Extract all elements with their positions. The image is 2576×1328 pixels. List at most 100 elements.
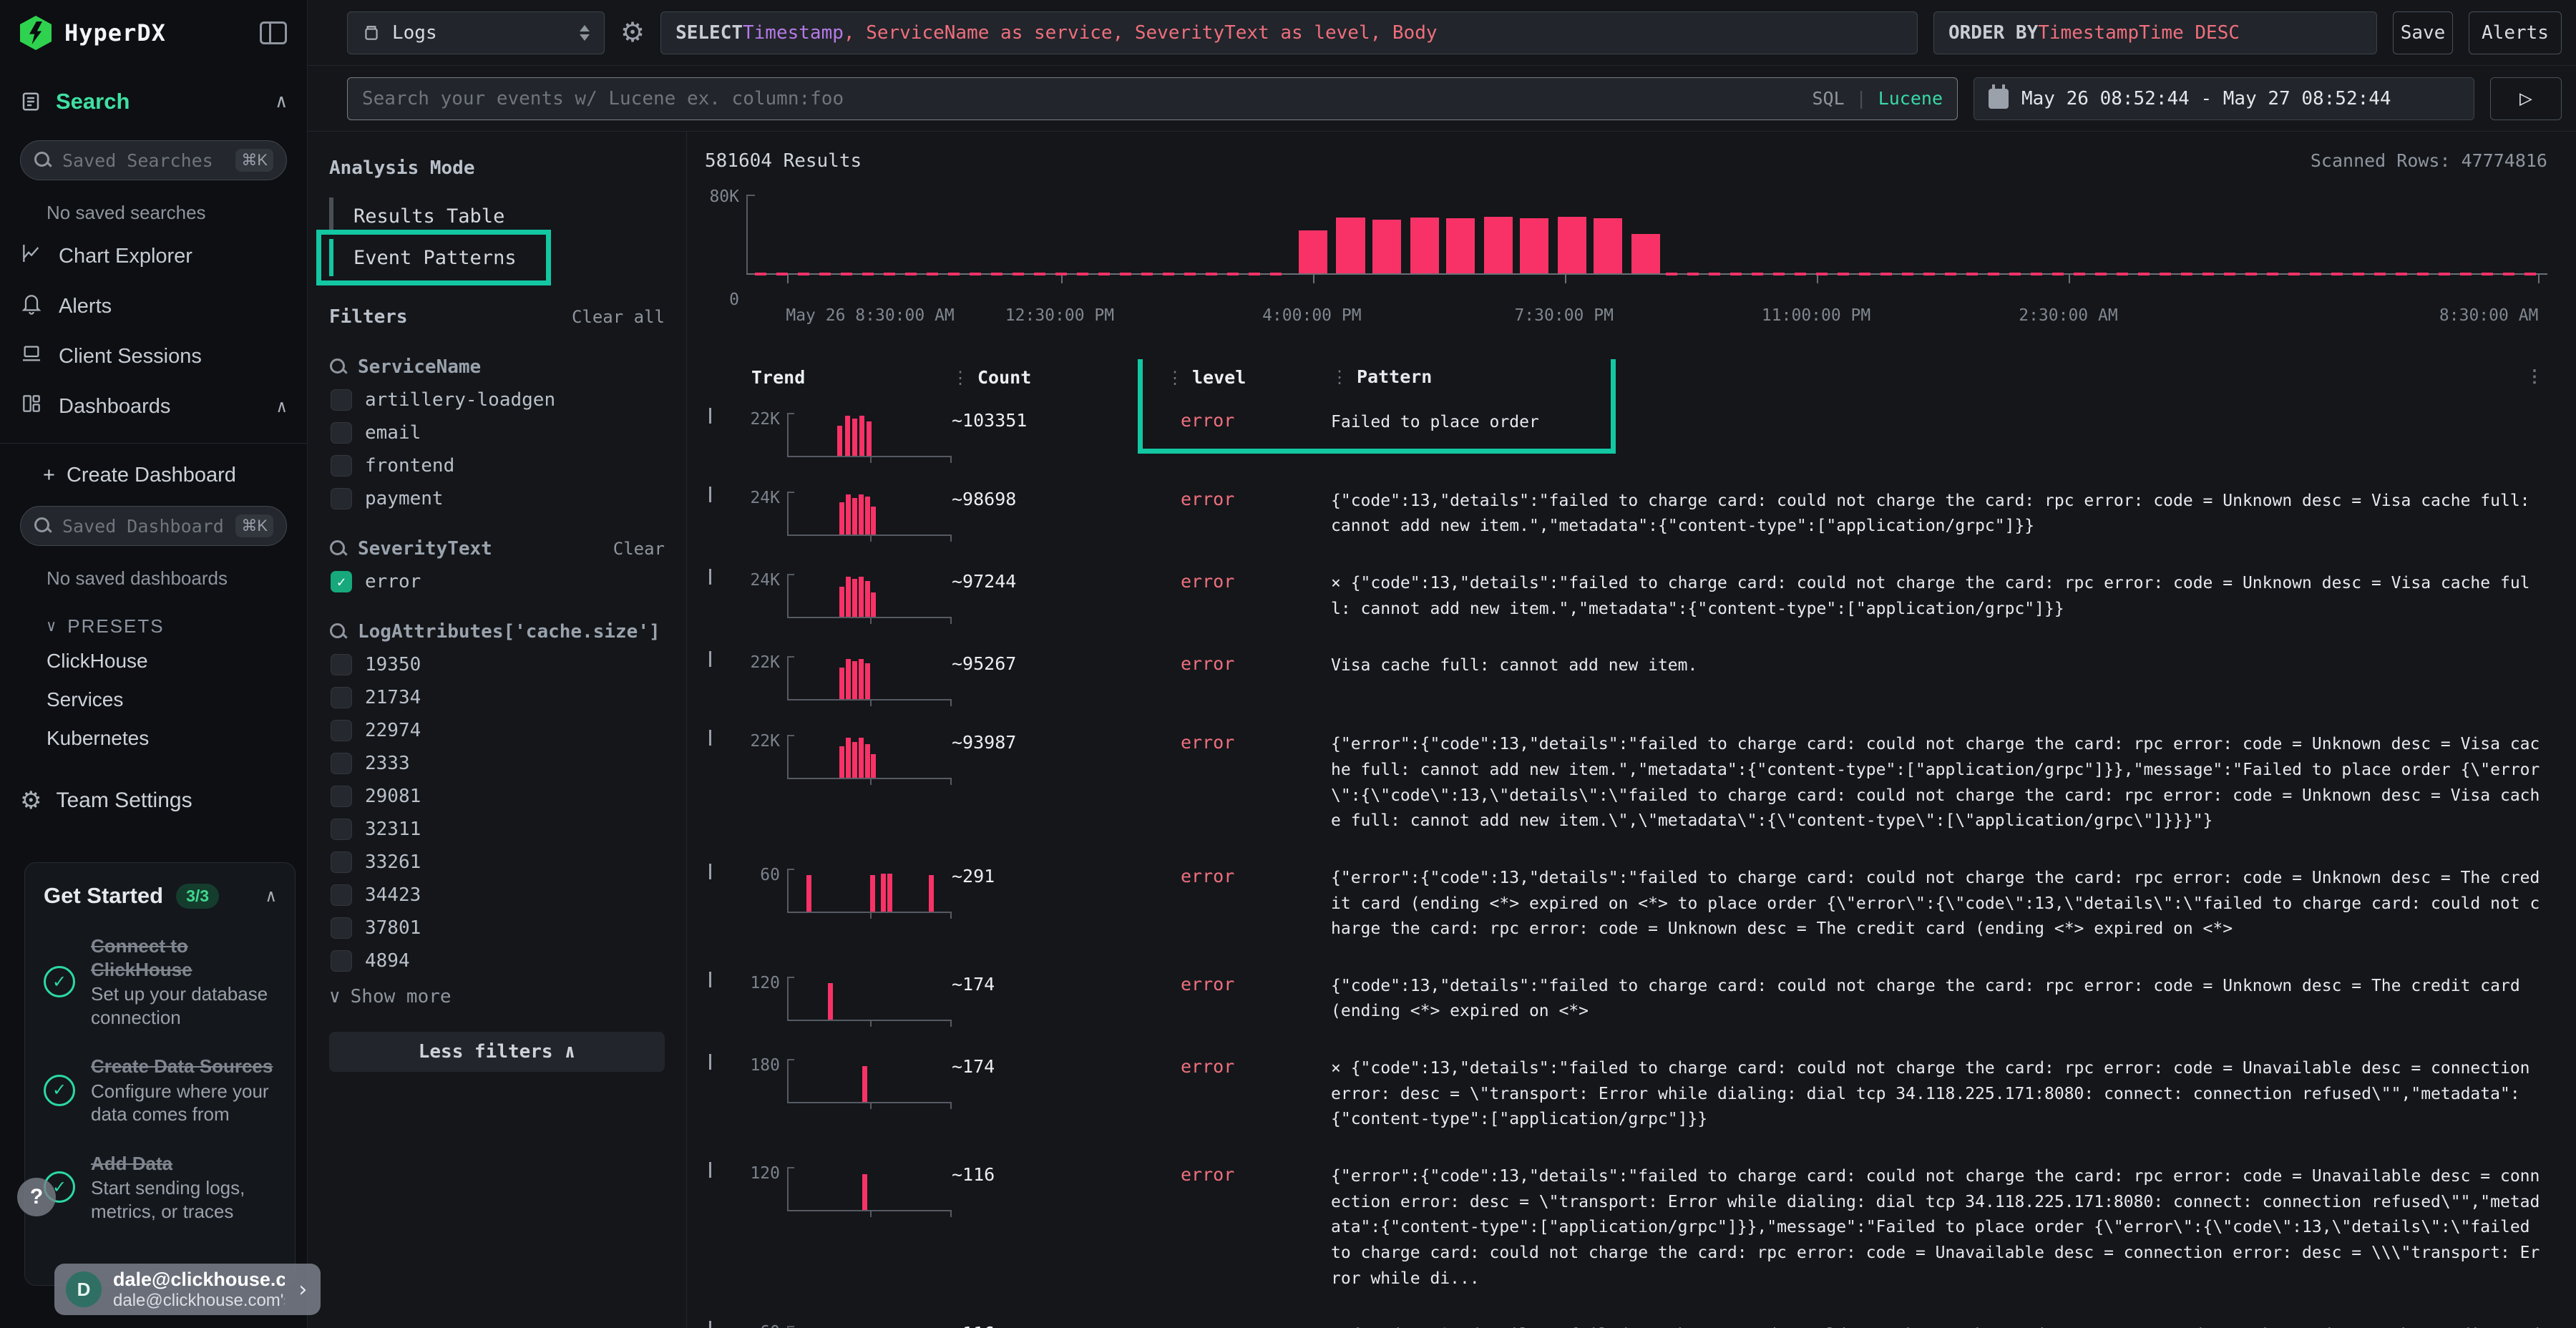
pattern-cell[interactable]: {"error":{"code":13,"details":"failed to… [1331, 866, 2547, 942]
histogram-bar[interactable] [1410, 218, 1439, 273]
sidebar-item-team-settings[interactable]: ⚙ Team Settings [0, 758, 307, 822]
histogram-plot[interactable] [746, 195, 2547, 275]
pattern-cell[interactable]: × {"code":13,"details":"failed to charge… [1331, 571, 2547, 622]
checkbox[interactable] [331, 389, 352, 411]
histogram-bar[interactable] [1631, 234, 1660, 273]
results-histogram[interactable]: 80K 0 [705, 193, 2547, 301]
user-menu[interactable]: D dale@clickhouse.com dale@clickhouse.co… [54, 1264, 321, 1315]
lucene-toggle[interactable]: Lucene [1878, 88, 1943, 109]
saved-dashboards-input[interactable]: Saved Dashboards ⌘K [20, 506, 287, 546]
event-search-input[interactable]: Search your events w/ Lucene ex. column:… [347, 77, 1958, 120]
filter-option[interactable]: frontend [329, 455, 665, 477]
histogram-bar[interactable] [1446, 218, 1475, 273]
checkbox[interactable] [331, 720, 352, 741]
filter-option[interactable]: 34423 [329, 884, 665, 906]
table-row[interactable]: 120~116error{"error":{"code":13,"details… [705, 1150, 2547, 1309]
checkbox[interactable] [331, 819, 352, 840]
sidebar-item-chart-explorer[interactable]: Chart Explorer [0, 231, 307, 281]
gear-icon[interactable]: ⚙ [620, 16, 645, 49]
get-started-header[interactable]: Get Started 3/3 ∧ [44, 883, 276, 909]
pattern-cell[interactable]: Failed to place order [1331, 410, 2547, 436]
sidebar-item-alerts[interactable]: Alerts [0, 281, 307, 331]
table-row[interactable]: 24K~97244error× {"code":13,"details":"fa… [705, 557, 2547, 639]
sidebar-item-client-sessions[interactable]: Client Sessions [0, 331, 307, 381]
chevron-right-icon[interactable] [709, 972, 711, 987]
filter-option[interactable]: 21734 [329, 687, 665, 708]
checkbox[interactable] [331, 851, 352, 873]
checkbox[interactable] [331, 884, 352, 906]
filter-option[interactable]: 33261 [329, 851, 665, 873]
checkbox[interactable] [331, 455, 352, 477]
drag-handle-icon[interactable]: ⋮ [952, 368, 969, 388]
filter-option[interactable]: 32311 [329, 819, 665, 840]
pattern-cell[interactable]: Visa cache full: cannot add new item. [1331, 653, 2547, 679]
checkbox[interactable]: ✓ [331, 571, 352, 592]
table-row[interactable]: 24K~98698error{"code":13,"details":"fail… [705, 474, 2547, 557]
filter-option[interactable]: artillery-loadgen [329, 389, 665, 411]
table-row[interactable]: 60~291error{"error":{"code":13,"details"… [705, 851, 2547, 960]
table-row[interactable]: 22K~95267errorVisa cache full: cannot ad… [705, 639, 2547, 718]
date-range-picker[interactable]: May 26 08:52:44 - May 27 08:52:44 [1974, 77, 2474, 120]
checkbox[interactable] [331, 786, 352, 807]
table-row[interactable]: 22K~93987error{"error":{"code":13,"detai… [705, 718, 2547, 851]
select-query-input[interactable]: SELECT Timestamp, ServiceName as service… [660, 11, 1918, 54]
chevron-right-icon[interactable] [709, 730, 711, 746]
analysis-mode-event-patterns[interactable]: Event Patterns [329, 239, 565, 276]
pattern-cell[interactable]: {"error":{"code":13,"details":"failed to… [1331, 732, 2547, 834]
filter-option[interactable]: 29081 [329, 786, 665, 807]
preset-item-kubernetes[interactable]: Kubernetes [0, 719, 307, 758]
drag-handle-icon[interactable]: ⋮ [1331, 367, 1348, 387]
histogram-bar[interactable] [1299, 230, 1327, 274]
filter-option[interactable]: 4894 [329, 950, 665, 972]
filter-option[interactable]: ✓error [329, 571, 665, 592]
filter-option[interactable]: payment [329, 488, 665, 509]
sidebar-item-search[interactable]: Search ∧ [0, 73, 307, 130]
run-query-button[interactable]: ▷ [2490, 77, 2562, 120]
chevron-up-icon[interactable]: ∧ [275, 91, 287, 112]
chevron-right-icon[interactable] [709, 487, 711, 502]
histogram-bar[interactable] [1372, 220, 1401, 273]
preset-item-services[interactable]: Services [0, 680, 307, 719]
trend-header[interactable]: Trend [744, 367, 952, 388]
clear-all-button[interactable]: Clear all [572, 307, 665, 327]
less-filters-button[interactable]: Less filters ∧ [329, 1032, 665, 1072]
chevron-right-icon[interactable] [709, 1162, 711, 1178]
checkbox[interactable] [331, 687, 352, 708]
histogram-bar[interactable] [1558, 217, 1586, 273]
clear-filter-button[interactable]: Clear [613, 539, 665, 559]
checkbox[interactable] [331, 654, 352, 675]
chevron-right-icon[interactable] [709, 408, 711, 424]
count-header[interactable]: ⋮Count [952, 367, 1166, 388]
checkbox[interactable] [331, 422, 352, 444]
filter-option[interactable]: 19350 [329, 654, 665, 675]
histogram-bar[interactable] [1520, 218, 1548, 273]
pattern-cell[interactable]: {"code":13,"details":"failed to charge c… [1331, 974, 2547, 1025]
create-dashboard-button[interactable]: + Create Dashboard [0, 455, 307, 496]
histogram-bar[interactable] [1594, 218, 1622, 273]
alerts-button[interactable]: Alerts [2469, 11, 2562, 54]
drag-handle-icon[interactable]: ⋮ [1166, 368, 1184, 388]
show-more-button[interactable]: ∨ Show more [329, 986, 665, 1007]
pattern-cell[interactable]: × {"code":13,"details":"failed to charge… [1331, 1323, 2547, 1328]
table-row[interactable]: 180~174error× {"code":13,"details":"fail… [705, 1042, 2547, 1150]
checkbox[interactable] [331, 917, 352, 939]
table-row[interactable]: 22K~103351errorFailed to place order [705, 396, 2547, 474]
chevron-right-icon[interactable] [709, 569, 711, 585]
pattern-cell[interactable]: {"code":13,"details":"failed to charge c… [1331, 489, 2547, 540]
chevron-up-icon[interactable]: ∧ [266, 886, 276, 906]
filter-option[interactable]: 22974 [329, 720, 665, 741]
presets-toggle[interactable]: ∨ PRESETS [0, 597, 307, 642]
sql-toggle[interactable]: SQL [1812, 88, 1844, 109]
chevron-right-icon[interactable] [709, 1321, 711, 1328]
chevron-right-icon[interactable] [709, 651, 711, 667]
column-menu-icon[interactable]: ⋮ [2526, 366, 2543, 386]
preset-item-clickhouse[interactable]: ClickHouse [0, 642, 307, 680]
saved-searches-input[interactable]: Saved Searches ⌘K [20, 140, 287, 180]
save-button[interactable]: Save [2393, 11, 2453, 54]
filter-option[interactable]: email [329, 422, 665, 444]
checkbox[interactable] [331, 488, 352, 509]
level-header[interactable]: ⋮level [1166, 367, 1331, 388]
chevron-up-icon[interactable]: ∧ [277, 396, 287, 416]
analysis-mode-results-table[interactable]: Results Table [329, 197, 565, 235]
filter-option[interactable]: 37801 [329, 917, 665, 939]
